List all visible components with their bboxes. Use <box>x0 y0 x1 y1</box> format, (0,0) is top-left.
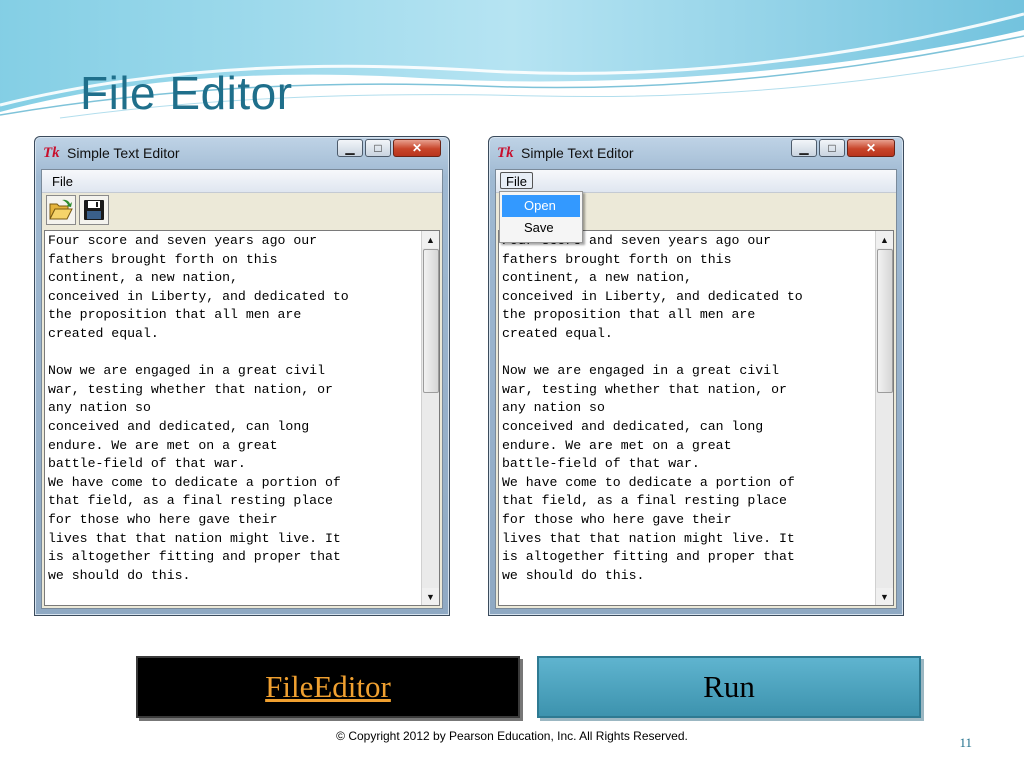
tk-feather-icon: Tk <box>43 145 60 161</box>
scroll-down-arrow-icon[interactable]: ▼ <box>422 588 439 605</box>
window-titlebar[interactable]: Tk Simple Text Editor ▁ □ ✕ <box>35 137 449 169</box>
open-file-button[interactable] <box>46 195 76 225</box>
maximize-button[interactable]: □ <box>819 139 845 157</box>
save-file-button[interactable] <box>79 195 109 225</box>
menu-file[interactable]: File <box>46 172 79 189</box>
menubar: File <box>496 170 896 193</box>
scrollbar-thumb[interactable] <box>877 249 893 393</box>
window-titlebar[interactable]: Tk Simple Text Editor ▁ □ ✕ <box>489 137 903 169</box>
text-content[interactable]: Four score and seven years ago our fathe… <box>48 232 419 585</box>
close-button[interactable]: ✕ <box>847 139 895 157</box>
minimize-button[interactable]: ▁ <box>337 139 363 157</box>
scrollbar-thumb[interactable] <box>423 249 439 393</box>
window-client-area: File Four score and seven years ago our … <box>41 169 443 609</box>
scroll-up-arrow-icon[interactable]: ▲ <box>422 231 439 248</box>
file-menu-dropdown: Open Save <box>499 191 583 243</box>
close-button[interactable]: ✕ <box>393 139 441 157</box>
minimize-button[interactable]: ▁ <box>791 139 817 157</box>
vertical-scrollbar[interactable]: ▲ ▼ <box>421 231 439 605</box>
fileeditor-link-label[interactable]: FileEditor <box>265 669 391 705</box>
text-content[interactable]: Four score and seven years ago our fathe… <box>502 232 873 585</box>
scroll-down-arrow-icon[interactable]: ▼ <box>876 588 893 605</box>
text-area[interactable]: Four score and seven years ago our fathe… <box>498 230 894 606</box>
menu-item-open[interactable]: Open <box>502 195 580 217</box>
slide-title: File Editor <box>80 67 293 119</box>
maximize-button[interactable]: □ <box>365 139 391 157</box>
menu-file[interactable]: File <box>500 172 533 189</box>
slide-number: 11 <box>959 735 972 750</box>
text-editor-window-menu-open: Tk Simple Text Editor ▁ □ ✕ File Four sc… <box>488 136 904 616</box>
menubar: File <box>42 170 442 193</box>
text-editor-window-default: Tk Simple Text Editor ▁ □ ✕ File Four sc… <box>34 136 450 616</box>
window-title: Simple Text Editor <box>67 145 180 161</box>
toolbar <box>42 193 442 229</box>
text-area[interactable]: Four score and seven years ago our fathe… <box>44 230 440 606</box>
open-folder-icon <box>49 199 73 220</box>
fileeditor-link-button[interactable]: FileEditor <box>136 656 520 718</box>
scroll-up-arrow-icon[interactable]: ▲ <box>876 231 893 248</box>
save-disk-icon <box>84 200 104 220</box>
window-title: Simple Text Editor <box>521 145 634 161</box>
vertical-scrollbar[interactable]: ▲ ▼ <box>875 231 893 605</box>
run-button[interactable]: Run <box>537 656 921 718</box>
copyright-notice: © Copyright 2012 by Pearson Education, I… <box>336 729 688 743</box>
tk-feather-icon: Tk <box>497 145 514 161</box>
menu-item-save[interactable]: Save <box>502 217 580 239</box>
